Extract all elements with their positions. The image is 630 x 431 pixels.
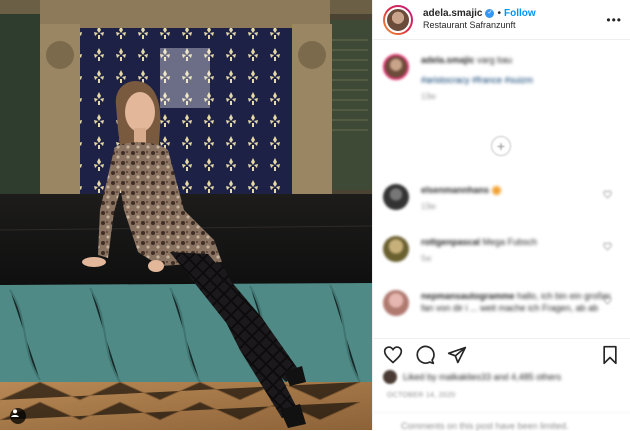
bookmark-icon[interactable] (600, 345, 620, 365)
commenter-avatar[interactable] (383, 184, 409, 210)
liker-avatar (383, 370, 397, 384)
comments-limited-notice: Comments on this post have been limited. (373, 412, 630, 431)
author-info: adela.smajic ✓ • Follow Restaurant Safra… (423, 8, 606, 32)
post-image (0, 0, 372, 430)
caption-time: 13w (421, 92, 436, 102)
separator-dot: • (497, 7, 501, 19)
comment-emoji-icon (491, 186, 501, 196)
comment-like-icon[interactable] (603, 190, 612, 199)
caption-author-avatar[interactable] (383, 54, 409, 80)
send-icon[interactable] (447, 345, 467, 365)
post-side-panel: adela.smajic ✓ • Follow Restaurant Safra… (372, 0, 630, 431)
comment-username[interactable]: nepmansautogramme (421, 291, 515, 301)
caption-item: adela.smajic varg bau #aristocracy #fran… (383, 54, 622, 103)
comment-icon[interactable] (415, 345, 435, 365)
comment-item: elsenmannhans 13w (383, 184, 622, 213)
comment-username[interactable]: elsenmannhans (421, 185, 489, 195)
post-location[interactable]: Restaurant Safranzunft (423, 20, 606, 31)
action-bar (373, 338, 630, 370)
verified-badge-icon: ✓ (485, 9, 495, 19)
comment-username[interactable]: rottgenpascal (421, 237, 480, 247)
caption-text: varg bau (477, 55, 513, 65)
post-photo[interactable] (0, 0, 372, 430)
tagged-user-icon[interactable] (10, 408, 26, 424)
likes-summary[interactable]: Liked by malkaklies33 and 4,485 others (383, 370, 622, 384)
person-icon (11, 409, 19, 417)
author-avatar[interactable] (383, 4, 413, 35)
comment-time: 5w (421, 254, 432, 264)
more-options-icon[interactable]: ••• (606, 13, 622, 27)
caption-username[interactable]: adela.smajic (421, 55, 475, 65)
post-header: adela.smajic ✓ • Follow Restaurant Safra… (373, 0, 630, 40)
author-username[interactable]: adela.smajic (423, 8, 482, 21)
load-more-comments-icon[interactable]: + (491, 136, 511, 156)
comment-text: Mega Fubsch (482, 237, 538, 247)
follow-button[interactable]: Follow (504, 8, 536, 21)
likes-text[interactable]: Liked by malkaklies33 and 4,485 others (403, 372, 561, 382)
comments-section[interactable]: adela.smajic varg bau #aristocracy #fran… (373, 40, 630, 338)
post-date: OCTOBER 14, 2020 (387, 392, 456, 399)
commenter-avatar[interactable] (383, 236, 409, 262)
comment-like-icon[interactable] (603, 296, 612, 305)
comment-item: nepmansautogramme hallo, ich bin ein gro… (383, 290, 622, 316)
heart-icon[interactable] (383, 345, 403, 365)
comment-like-icon[interactable] (603, 242, 612, 251)
comment-time: 13w (421, 202, 436, 212)
instagram-post-view: adela.smajic ✓ • Follow Restaurant Safra… (0, 0, 630, 431)
commenter-avatar[interactable] (383, 290, 409, 316)
caption-hashtags[interactable]: #aristocracy #france #suizm (421, 74, 622, 86)
comment-item: rottgenpascal Mega Fubsch 5w (383, 236, 622, 265)
